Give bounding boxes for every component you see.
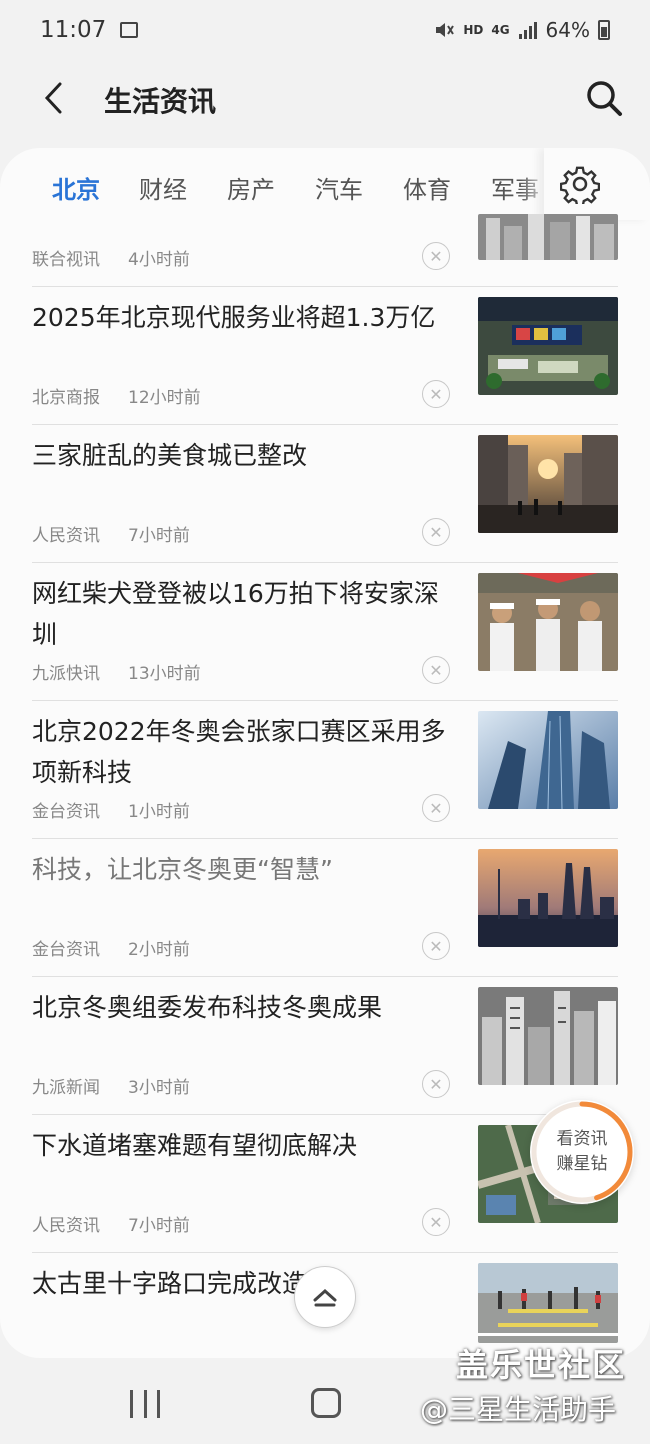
news-source: 九派快讯	[32, 664, 100, 684]
mute-icon	[436, 23, 455, 37]
dismiss-button[interactable]: ✕	[422, 932, 450, 960]
news-source: 人民资讯	[32, 526, 100, 546]
news-source: 金台资讯	[32, 940, 100, 960]
reward-badge[interactable]: 看资讯 赚星钻	[530, 1100, 634, 1204]
news-source: 联合视讯	[32, 250, 100, 270]
watermark-community: 盖乐世社区	[456, 1346, 627, 1384]
status-icons: HD 4G 64%	[433, 18, 610, 42]
news-source: 九派新闻	[32, 1078, 100, 1098]
news-meta: 人民资讯 7小时前	[32, 521, 190, 546]
news-thumbnail	[478, 849, 618, 947]
news-title: 太古里十字路口完成改造	[32, 1269, 308, 1298]
page-title: 生活资讯	[104, 85, 217, 118]
news-thumbnail	[478, 1263, 618, 1343]
news-item[interactable]: 北京2022年冬奥会张家口赛区采用多项新科技 金台资讯 1小时前 ✕	[32, 700, 618, 838]
home-button[interactable]	[311, 1388, 341, 1418]
news-meta: 九派新闻 3小时前	[32, 1073, 190, 1098]
chevron-up-icon	[313, 1288, 337, 1307]
close-icon: ✕	[429, 384, 443, 404]
close-icon: ✕	[429, 798, 443, 818]
close-icon: ✕	[429, 660, 443, 680]
close-icon: ✕	[429, 246, 443, 266]
dismiss-button[interactable]: ✕	[422, 656, 450, 684]
dismiss-button[interactable]: ✕	[422, 242, 450, 270]
search-icon	[587, 81, 622, 116]
news-meta: 人民资讯 7小时前	[32, 1211, 190, 1236]
news-time: 1小时前	[128, 802, 190, 822]
news-meta: 九派快讯 13小时前	[32, 659, 201, 684]
dismiss-button[interactable]: ✕	[422, 518, 450, 546]
news-thumbnail	[478, 435, 618, 533]
news-thumbnail	[478, 297, 618, 395]
news-thumbnail	[478, 573, 618, 671]
close-icon: ✕	[429, 936, 443, 956]
back-button[interactable]	[34, 78, 74, 118]
news-item[interactable]: 科技，让北京冬奥更“智慧” 金台资讯 2小时前 ✕	[32, 838, 618, 976]
recent-apps-button[interactable]	[130, 1390, 160, 1418]
scroll-top-button[interactable]	[294, 1266, 356, 1328]
news-thumbnail	[478, 987, 618, 1085]
status-time: 11:07	[40, 17, 107, 43]
news-time: 2小时前	[128, 940, 190, 960]
news-title: 2025年北京现代服务业将超1.3万亿	[32, 303, 436, 332]
news-thumbnail	[478, 711, 618, 809]
news-time: 3小时前	[128, 1078, 190, 1098]
news-item[interactable]: 2025年北京现代服务业将超1.3万亿 北京商报 12小时前 ✕	[32, 286, 618, 424]
battery-percent: 64%	[545, 18, 590, 42]
news-title: 北京冬奥组委发布科技冬奥成果	[32, 993, 383, 1022]
watermark-account: @三星生活助手	[420, 1393, 617, 1426]
app-bar: 生活资讯	[0, 62, 650, 136]
dismiss-button[interactable]: ✕	[422, 1070, 450, 1098]
signal-icon	[518, 22, 537, 39]
news-item[interactable]: 联合视讯 4小时前 ✕	[32, 148, 618, 286]
news-time: 7小时前	[128, 526, 190, 546]
news-meta: 金台资讯 1小时前	[32, 797, 190, 822]
news-source: 人民资讯	[32, 1216, 100, 1236]
news-item[interactable]: 网红柴犬登登被以16万拍下将安家深圳 九派快讯 13小时前 ✕	[32, 562, 618, 700]
news-meta: 金台资讯 2小时前	[32, 935, 190, 960]
news-source: 金台资讯	[32, 802, 100, 822]
dismiss-button[interactable]: ✕	[422, 1208, 450, 1236]
close-icon: ✕	[429, 1212, 443, 1232]
battery-icon	[598, 20, 610, 40]
news-time: 7小时前	[128, 1216, 190, 1236]
news-title: 科技，让北京冬奥更“智慧”	[32, 855, 333, 884]
news-item[interactable]: 三家脏乱的美食城已整改 人民资讯 7小时前 ✕	[32, 424, 618, 562]
reward-line2: 赚星钻	[556, 1154, 608, 1174]
search-button[interactable]	[582, 76, 626, 120]
network-label: 4G	[491, 23, 510, 37]
news-meta: 联合视讯 4小时前	[32, 245, 190, 270]
news-thumbnail	[478, 214, 618, 260]
news-time: 4小时前	[128, 250, 190, 270]
image-notification-icon	[120, 22, 139, 38]
hd-label: HD	[463, 23, 484, 37]
close-icon: ✕	[429, 1074, 443, 1094]
news-title: 三家脏乱的美食城已整改	[32, 441, 308, 470]
news-time: 12小时前	[128, 388, 201, 408]
back-arrow-icon	[44, 82, 62, 114]
news-source: 北京商报	[32, 388, 100, 408]
close-icon: ✕	[429, 522, 443, 542]
news-meta: 北京商报 12小时前	[32, 383, 201, 408]
news-title: 下水道堵塞难题有望彻底解决	[32, 1131, 358, 1160]
status-bar: 11:07 HD 4G 64%	[0, 0, 650, 60]
news-title: 北京2022年冬奥会张家口赛区采用多项新科技	[32, 717, 446, 787]
news-time: 13小时前	[128, 664, 201, 684]
dismiss-button[interactable]: ✕	[422, 794, 450, 822]
reward-line1: 看资讯	[556, 1129, 608, 1149]
dismiss-button[interactable]: ✕	[422, 380, 450, 408]
news-title: 网红柴犬登登被以16万拍下将安家深圳	[32, 579, 439, 649]
news-item[interactable]: 北京冬奥组委发布科技冬奥成果 九派新闻 3小时前 ✕	[32, 976, 618, 1114]
